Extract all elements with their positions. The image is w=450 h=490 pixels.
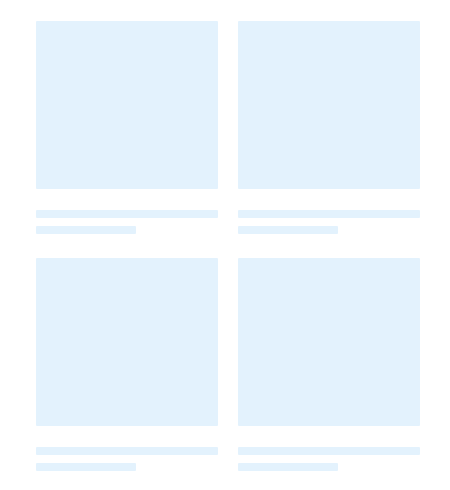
skeleton-card	[36, 21, 218, 239]
skeleton-title-line	[36, 447, 218, 455]
skeleton-card	[238, 258, 420, 476]
skeleton-card	[36, 258, 218, 476]
skeleton-image-placeholder	[36, 21, 218, 189]
skeleton-subtitle-line	[238, 463, 338, 471]
skeleton-image-placeholder	[238, 21, 420, 189]
skeleton-subtitle-line	[36, 463, 136, 471]
skeleton-image-placeholder	[238, 258, 420, 426]
skeleton-subtitle-line	[36, 226, 136, 234]
skeleton-title-line	[238, 210, 420, 218]
skeleton-title-line	[238, 447, 420, 455]
skeleton-image-placeholder	[36, 258, 218, 426]
skeleton-title-line	[36, 210, 218, 218]
skeleton-grid	[36, 21, 420, 476]
skeleton-subtitle-line	[238, 226, 338, 234]
skeleton-card	[238, 21, 420, 239]
